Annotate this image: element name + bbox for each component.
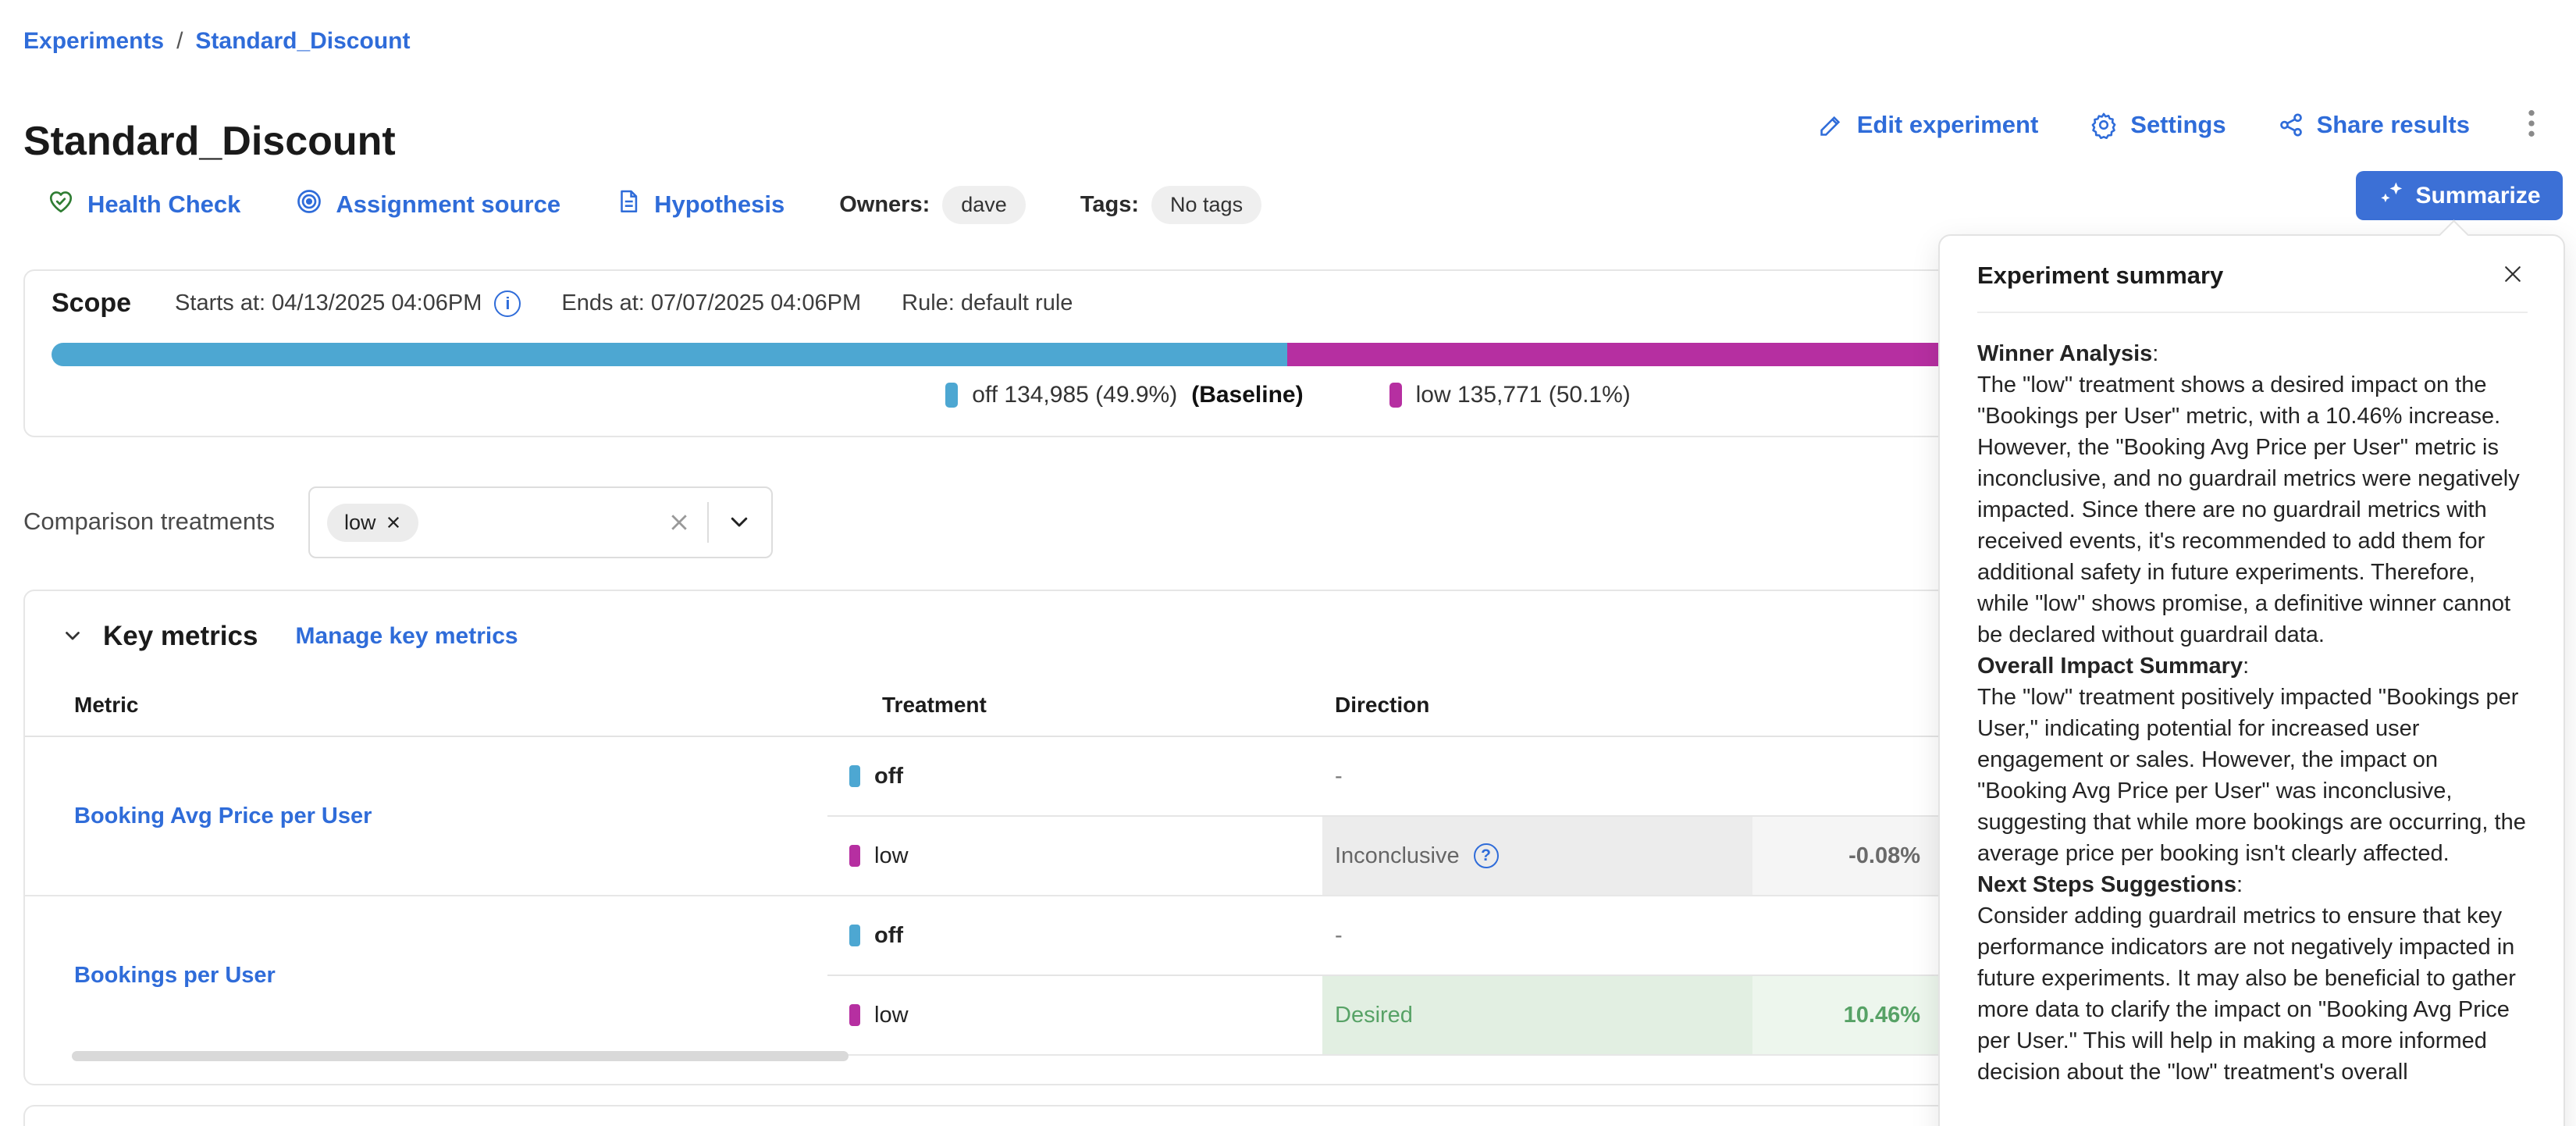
comparison-treatments-label: Comparison treatments (23, 508, 275, 536)
tags-group: Tags: No tags (1080, 186, 1261, 224)
owners-group: Owners: dave (839, 186, 1026, 224)
scope-title: Scope (52, 288, 131, 319)
direction-cell-desired: Desired (1322, 975, 1752, 1055)
share-icon (2278, 112, 2304, 138)
target-icon (295, 187, 323, 222)
legend-swatch-low (1389, 383, 1402, 408)
metric-cell: Booking Avg Price per User (25, 736, 827, 896)
metric-cell: Bookings per User (25, 896, 827, 1055)
summary-section-winner-analysis: Winner Analysis:The "low" treatment show… (1977, 338, 2528, 650)
experiment-meta-bar: Health Check Assignment source Hypothesi… (47, 181, 1261, 228)
heart-check-icon (47, 187, 75, 222)
panel-close-button[interactable] (2498, 259, 2528, 291)
summary-section-next-steps: Next Steps Suggestions:Consider adding g… (1977, 869, 2528, 1088)
scope-rule: Rule: default rule (902, 290, 1073, 316)
more-options-button[interactable] (2521, 108, 2542, 141)
direction-cell: - (1322, 896, 1752, 975)
column-header-direction: Direction (1322, 674, 1752, 736)
page-title: Standard_Discount (23, 118, 396, 165)
gear-icon (2090, 111, 2118, 139)
title-actions: Edit experiment Settings Share results (1818, 108, 2542, 141)
horizontal-scrollbar-thumb[interactable] (72, 1051, 849, 1061)
scope-starts-at: Starts at: 04/13/2025 04:06PM (175, 290, 482, 316)
baseline-label: (Baseline) (1191, 382, 1303, 408)
owner-pill[interactable]: dave (942, 186, 1026, 224)
document-icon (615, 188, 642, 221)
treatment-cell: off (827, 764, 1322, 789)
direction-cell-inconclusive: Inconclusive ? (1322, 816, 1752, 896)
treatment-swatch-off (849, 925, 860, 946)
summary-section-overall-impact: Overall Impact Summary:The "low" treatme… (1977, 650, 2528, 869)
assignment-source-link[interactable]: Assignment source (295, 187, 560, 222)
select-chevron-button[interactable] (709, 510, 757, 536)
close-icon (2501, 262, 2524, 288)
panel-body: Winner Analysis:The "low" treatment show… (1977, 338, 2528, 1088)
treatment-swatch-off (849, 765, 860, 787)
experiment-summary-panel: Experiment summary Winner Analysis:The "… (1938, 234, 2565, 1126)
help-icon[interactable]: ? (1474, 843, 1499, 868)
key-metrics-title: Key metrics (103, 621, 258, 652)
treatment-chip-low[interactable]: low (327, 504, 418, 542)
legend-swatch-off (945, 383, 958, 408)
metric-link-bookings-per-user[interactable]: Bookings per User (74, 963, 276, 988)
kebab-icon (2526, 130, 2537, 141)
breadcrumb-current[interactable]: Standard_Discount (195, 28, 410, 55)
tags-label: Tags: (1080, 192, 1139, 218)
comparison-treatments-select[interactable]: low (308, 486, 773, 558)
panel-title: Experiment summary (1977, 262, 2223, 290)
chip-remove-icon[interactable] (386, 515, 401, 530)
info-icon[interactable]: i (494, 290, 521, 317)
health-check-link[interactable]: Health Check (47, 187, 240, 222)
chevron-down-icon (728, 510, 751, 536)
pencil-icon (1818, 112, 1845, 138)
treatment-cell: low (827, 1003, 1322, 1028)
tags-pill[interactable]: No tags (1151, 186, 1261, 224)
select-clear-button[interactable] (651, 511, 707, 533)
panel-divider (1977, 312, 2528, 313)
share-results-button[interactable]: Share results (2278, 111, 2470, 139)
treatment-cell: off (827, 923, 1322, 949)
scope-ends-at: Ends at: 07/07/2025 04:06PM (561, 290, 861, 316)
direction-cell: - (1322, 736, 1752, 816)
section-collapse-chevron-icon[interactable] (61, 623, 84, 650)
column-header-metric: Metric (25, 674, 827, 736)
hypothesis-link[interactable]: Hypothesis (615, 188, 785, 221)
settings-button[interactable]: Settings (2090, 111, 2226, 139)
breadcrumb-experiments[interactable]: Experiments (23, 28, 164, 55)
owners-label: Owners: (839, 192, 930, 218)
legend-item-low: low 135,771 (50.1%) (1389, 382, 1631, 408)
summarize-button[interactable]: Summarize (2356, 171, 2563, 220)
manage-key-metrics-link[interactable]: Manage key metrics (295, 623, 518, 650)
sparkles-icon (2378, 180, 2404, 212)
column-header-treatment: Treatment (827, 674, 1322, 736)
treatment-swatch-low (849, 845, 860, 867)
edit-experiment-button[interactable]: Edit experiment (1818, 111, 2039, 139)
treatment-cell: low (827, 843, 1322, 869)
allocation-segment-off (52, 343, 1287, 366)
metric-link-booking-avg-price[interactable]: Booking Avg Price per User (74, 804, 372, 828)
breadcrumb-separator: / (176, 28, 183, 55)
breadcrumb: Experiments / Standard_Discount (23, 28, 410, 55)
scope-header-row: Scope Starts at: 04/13/2025 04:06PM i En… (52, 288, 1073, 319)
experiment-results-page: Experiments / Standard_Discount Standard… (0, 0, 2576, 1126)
legend-item-off: off 134,985 (49.9%) (Baseline) (945, 382, 1303, 408)
treatment-swatch-low (849, 1004, 860, 1026)
